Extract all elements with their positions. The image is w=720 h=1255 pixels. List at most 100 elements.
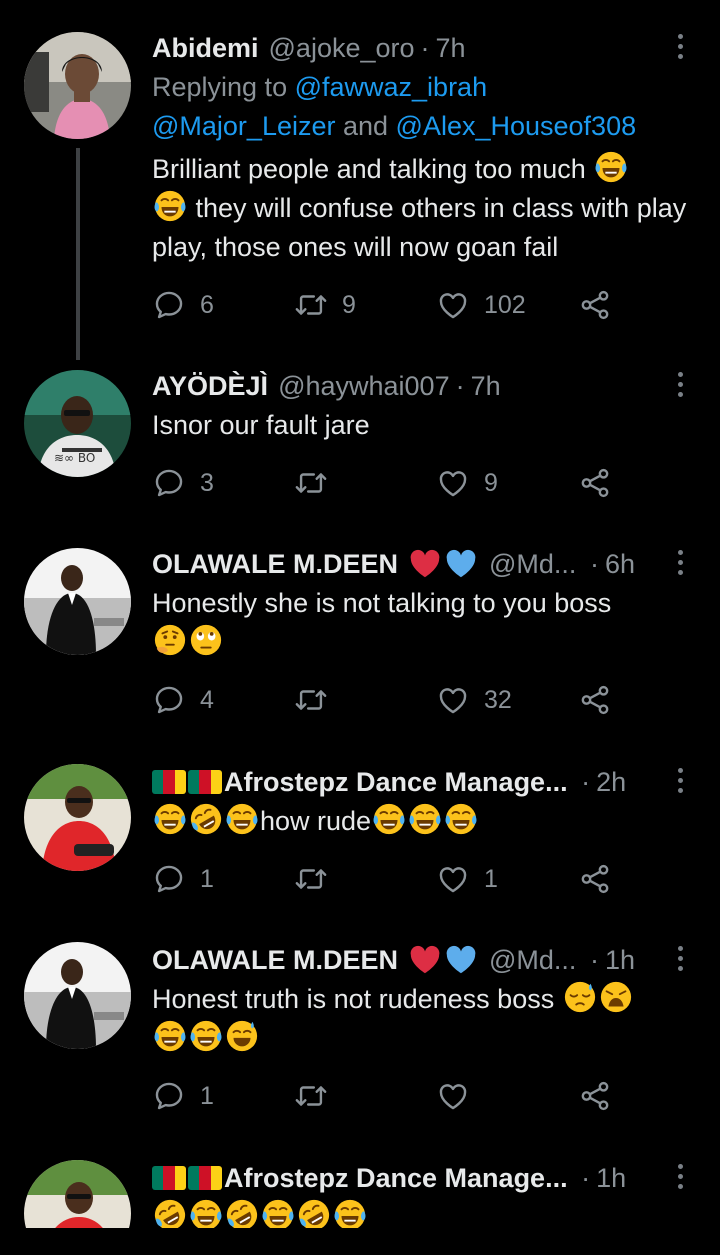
tweet-text-part: they will confuse others in class with p… xyxy=(152,193,687,262)
cameroon-flag xyxy=(188,1166,222,1190)
share-button[interactable] xyxy=(578,680,612,720)
reply-button[interactable]: 1 xyxy=(152,859,214,899)
like-count: 9 xyxy=(484,468,498,497)
tweet-actions: 1 xyxy=(152,1076,632,1116)
reply-button[interactable]: 4 xyxy=(152,680,214,720)
tweet-6[interactable]: Afrostepz Dance Manage... · 1h xyxy=(0,1160,720,1228)
display-name[interactable]: Afrostepz Dance Manage... xyxy=(224,1160,568,1196)
avatar[interactable] xyxy=(24,32,131,139)
laughing-tears-emoji xyxy=(153,802,187,836)
avatar-image xyxy=(24,32,131,139)
reply-context: Replying to @fawwaz_ibrah @Major_Leizer a… xyxy=(152,68,692,146)
red-heart-emoji xyxy=(408,547,442,581)
tweet-actions: 3 9 xyxy=(152,463,632,503)
blue-heart-emoji xyxy=(444,547,478,581)
avatar-image: ≋∞ BO xyxy=(24,370,131,477)
mention-link[interactable]: @Major_Leizer xyxy=(152,111,335,141)
display-name[interactable]: Afrostepz Dance Manage... xyxy=(224,764,568,800)
retweet-button[interactable] xyxy=(294,1076,342,1116)
retweet-button[interactable]: 9 xyxy=(294,285,356,325)
username[interactable]: @haywhai007 xyxy=(278,368,450,404)
reply-count: 1 xyxy=(200,1081,214,1110)
reply-count: 4 xyxy=(200,685,214,714)
rofl-emoji xyxy=(189,802,223,836)
reply-icon xyxy=(152,466,186,500)
laughing-tears-emoji xyxy=(153,189,187,223)
display-name[interactable]: OLAWALE M.DEEN xyxy=(152,942,398,978)
more-options-icon[interactable] xyxy=(672,1164,688,1192)
like-button[interactable]: 1 xyxy=(436,859,498,899)
replying-to-label: Replying to xyxy=(152,72,295,102)
share-icon xyxy=(578,683,612,717)
tweet-header: Afrostepz Dance Manage... · 2h xyxy=(152,764,626,800)
more-options-icon[interactable] xyxy=(672,550,688,578)
like-icon xyxy=(436,1079,470,1113)
timestamp[interactable]: 1h xyxy=(596,1160,626,1196)
share-button[interactable] xyxy=(578,463,612,503)
like-count: 102 xyxy=(484,290,526,319)
tweet-text-part: how rude xyxy=(260,806,372,836)
tweet-text xyxy=(152,1198,692,1228)
timestamp[interactable]: 1h xyxy=(605,942,635,978)
more-options-icon[interactable] xyxy=(672,768,688,796)
like-icon xyxy=(436,466,470,500)
retweet-button[interactable] xyxy=(294,680,342,720)
avatar-image xyxy=(24,942,131,1049)
avatar[interactable] xyxy=(24,764,131,871)
display-name[interactable]: AYÖDÈJÌ xyxy=(152,368,268,404)
laughing-tears-emoji xyxy=(189,1019,223,1053)
username[interactable]: @Md... xyxy=(489,942,576,978)
retweet-button[interactable] xyxy=(294,859,342,899)
avatar[interactable]: ≋∞ BO xyxy=(24,370,131,477)
timestamp[interactable]: 7h xyxy=(471,368,501,404)
more-options-icon[interactable] xyxy=(672,34,688,62)
avatar-image xyxy=(24,1160,131,1228)
retweet-icon xyxy=(294,466,328,500)
tweet-text: Isnor our fault jare xyxy=(152,410,370,440)
avatar[interactable] xyxy=(24,942,131,1049)
red-heart-emoji xyxy=(408,943,442,977)
tweet-header: OLAWALE M.DEEN @Md... · 1h xyxy=(152,942,635,978)
laughing-tears-emoji xyxy=(444,802,478,836)
share-button[interactable] xyxy=(578,859,612,899)
timestamp[interactable]: 7h xyxy=(436,30,466,66)
like-button[interactable]: 9 xyxy=(436,463,498,503)
avatar[interactable] xyxy=(24,548,131,655)
timestamp[interactable]: 2h xyxy=(596,764,626,800)
reply-button[interactable]: 1 xyxy=(152,1076,214,1116)
like-button[interactable] xyxy=(436,1076,484,1116)
like-button[interactable]: 32 xyxy=(436,680,512,720)
tweet-actions: 4 32 xyxy=(152,680,632,720)
username[interactable]: @ajoke_oro xyxy=(269,30,415,66)
avatar[interactable] xyxy=(24,1160,131,1228)
cameroon-flag xyxy=(152,770,186,794)
more-options-icon[interactable] xyxy=(672,946,688,974)
mention-link[interactable]: @Alex_Houseof308 xyxy=(396,111,637,141)
weary-emoji xyxy=(599,980,633,1014)
reply-button[interactable]: 6 xyxy=(152,285,214,325)
separator: · xyxy=(455,371,465,401)
like-button[interactable]: 102 xyxy=(436,285,526,325)
timestamp[interactable]: 6h xyxy=(605,546,635,582)
reply-button[interactable]: 3 xyxy=(152,463,214,503)
share-button[interactable] xyxy=(578,285,612,325)
tweet-text-part: Honest truth is not rudeness boss xyxy=(152,984,562,1014)
thinking-emoji xyxy=(153,623,187,657)
display-name[interactable]: OLAWALE M.DEEN xyxy=(152,546,398,582)
tweet-header: AYÖDÈJÌ @haywhai007 · 7h xyxy=(152,368,501,404)
more-options-icon[interactable] xyxy=(672,372,688,400)
tweet-header: Afrostepz Dance Manage... · 1h xyxy=(152,1160,626,1196)
laughing-tears-emoji xyxy=(189,1198,223,1228)
reply-count: 1 xyxy=(200,864,214,893)
mention-link[interactable]: @fawwaz_ibrah xyxy=(295,72,488,102)
separator: · xyxy=(420,33,430,63)
thread-line xyxy=(76,148,80,360)
username[interactable]: @Md... xyxy=(489,546,576,582)
retweet-icon xyxy=(294,683,328,717)
retweet-button[interactable] xyxy=(294,463,342,503)
share-button[interactable] xyxy=(578,1076,612,1116)
separator: · xyxy=(582,549,599,579)
tweet-text: Brilliant people and talking too much th… xyxy=(152,150,692,267)
reply-count: 6 xyxy=(200,290,214,319)
display-name[interactable]: Abidemi xyxy=(152,30,259,66)
